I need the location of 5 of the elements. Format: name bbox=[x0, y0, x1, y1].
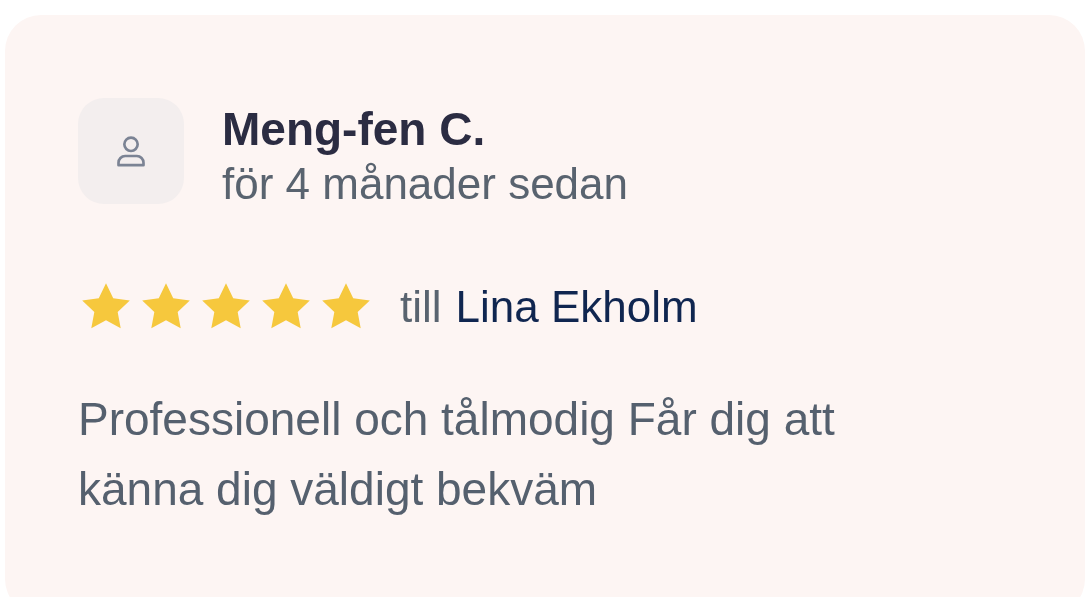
recipient-name: Lina Ekholm bbox=[455, 281, 698, 333]
review-time: för 4 månader sedan bbox=[222, 158, 629, 210]
review-text: Professionell och tålmodig Får dig att känna dig väldigt bekväm bbox=[78, 392, 836, 517]
reviewer-name: Meng-fen C. bbox=[222, 102, 487, 156]
recipient-prefix: till bbox=[400, 281, 442, 333]
